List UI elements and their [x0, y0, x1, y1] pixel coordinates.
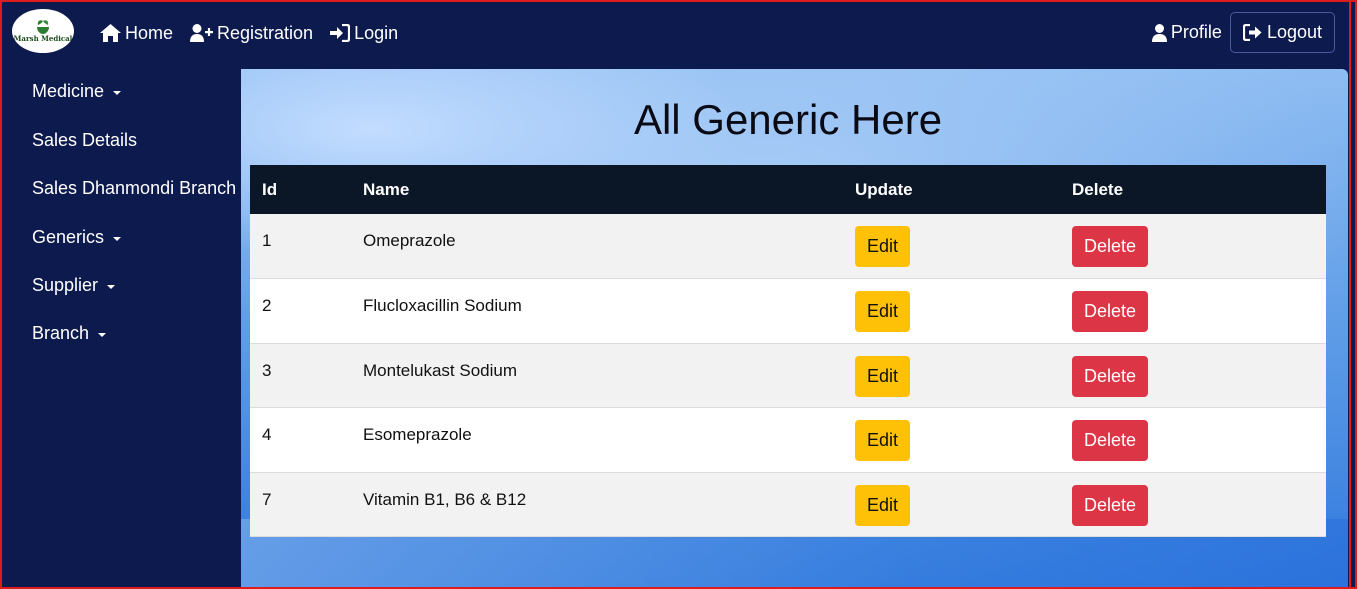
- column-header-id: Id: [262, 179, 278, 199]
- logout-button[interactable]: Logout: [1229, 12, 1335, 53]
- edit-button[interactable]: Edit: [855, 291, 911, 333]
- main-content: All Generic Here Id Name Update Delete 1…: [241, 69, 1348, 589]
- edit-button[interactable]: Edit: [855, 484, 911, 526]
- user-icon: [1151, 23, 1167, 42]
- home-icon: [100, 24, 121, 42]
- cell-name: Omeprazole: [363, 231, 456, 250]
- table-body: 1 Omeprazole Edit Delete 2 Flucloxacilli…: [250, 214, 1326, 537]
- table-row: 3 Montelukast Sodium Edit Delete: [250, 343, 1326, 408]
- edit-button[interactable]: Edit: [855, 226, 911, 267]
- caret-down-icon: [98, 332, 107, 337]
- table-row: 7 Vitamin B1, B6 & B12 Edit Delete: [250, 472, 1326, 537]
- column-header-delete: Delete: [1072, 179, 1124, 199]
- sign-out-icon: [1242, 24, 1262, 41]
- cell-delete: Delete: [1060, 343, 1326, 408]
- nav-registration-label: Registration: [217, 22, 314, 43]
- mortar-leaf-icon: [37, 20, 49, 34]
- cell-delete: Delete: [1060, 408, 1326, 473]
- caret-down-icon: [113, 90, 122, 95]
- sidebar-item-branch[interactable]: Branch: [32, 323, 107, 344]
- window-frame-right-edge: [1349, 0, 1351, 589]
- table-row: 4 Esomeprazole Edit Delete: [250, 407, 1326, 473]
- edit-button[interactable]: Edit: [855, 420, 911, 462]
- cell-delete: Delete: [1060, 214, 1326, 279]
- sign-in-icon: [330, 24, 351, 42]
- sidebar-item-label: Branch: [32, 323, 90, 343]
- page-title: All Generic Here: [633, 96, 943, 143]
- brand-logo[interactable]: Marsh Medical: [12, 9, 74, 53]
- profile-label: Profile: [1170, 22, 1222, 42]
- table-row: 1 Omeprazole Edit Delete: [250, 214, 1326, 279]
- delete-button[interactable]: Delete: [1072, 226, 1149, 267]
- logo-text: Marsh Medical: [13, 34, 73, 43]
- sidebar: Medicine Sales Details Sales Dhanmondi B…: [0, 69, 241, 589]
- nav-registration-link[interactable]: Registration: [190, 23, 313, 44]
- top-navbar: Marsh Medical Home Registration Login Pr…: [0, 0, 1357, 69]
- user-plus-icon: [190, 24, 214, 42]
- sidebar-item-generics[interactable]: Generics: [32, 227, 122, 248]
- delete-button[interactable]: Delete: [1072, 420, 1149, 462]
- sidebar-item-supplier[interactable]: Supplier: [32, 275, 116, 296]
- cell-delete: Delete: [1060, 279, 1326, 344]
- logout-label: Logout: [1266, 22, 1322, 42]
- cell-update: Edit: [843, 279, 1060, 344]
- column-header-update: Update: [855, 179, 913, 199]
- sidebar-item-label: Sales Details: [32, 130, 138, 150]
- sidebar-item-label: Medicine: [32, 81, 105, 101]
- nav-login-label: Login: [354, 22, 399, 43]
- profile-link[interactable]: Profile: [1151, 22, 1222, 43]
- cell-update: Edit: [843, 214, 1060, 279]
- cell-update: Edit: [843, 472, 1060, 537]
- delete-button[interactable]: Delete: [1072, 291, 1149, 333]
- nav-links: Home Registration Login: [100, 0, 415, 66]
- cell-id: 1: [262, 231, 272, 250]
- sidebar-item-label: Supplier: [32, 275, 99, 295]
- nav-home-link[interactable]: Home: [100, 23, 173, 44]
- cell-id: 7: [262, 489, 272, 509]
- sidebar-item-medicine[interactable]: Medicine: [32, 81, 122, 102]
- cell-delete: Delete: [1060, 472, 1326, 537]
- caret-down-icon: [107, 284, 116, 289]
- caret-down-icon: [113, 236, 122, 241]
- cell-id: 4: [262, 425, 272, 445]
- cell-id: 2: [262, 296, 272, 316]
- cell-update: Edit: [843, 408, 1060, 473]
- generics-table-container: Id Name Update Delete 1 Omeprazole Edit …: [250, 165, 1326, 537]
- cell-name: Esomeprazole: [363, 425, 472, 445]
- sidebar-item-sales-dhanmondi[interactable]: Sales Dhanmondi Branch: [32, 178, 236, 199]
- cell-update: Edit: [843, 343, 1060, 408]
- table-header-row: Id Name Update Delete: [250, 165, 1326, 214]
- table-header: Id Name Update Delete: [250, 165, 1326, 214]
- table-row: 2 Flucloxacillin Sodium Edit Delete: [250, 278, 1326, 344]
- nav-login-link[interactable]: Login: [330, 23, 398, 44]
- delete-button[interactable]: Delete: [1072, 355, 1149, 397]
- delete-button[interactable]: Delete: [1072, 484, 1149, 526]
- nav-right: Profile Logout: [1151, 12, 1335, 53]
- sidebar-item-label: Generics: [32, 227, 105, 247]
- cell-name: Montelukast Sodium: [363, 360, 518, 380]
- column-header-name: Name: [363, 179, 410, 199]
- generics-table: Id Name Update Delete 1 Omeprazole Edit …: [250, 165, 1326, 537]
- cell-id: 3: [262, 360, 272, 380]
- cell-name: Flucloxacillin Sodium: [363, 296, 522, 316]
- sidebar-item-label: Sales Dhanmondi Branch: [32, 178, 237, 198]
- edit-button[interactable]: Edit: [855, 355, 911, 397]
- cell-name: Vitamin B1, B6 & B12: [363, 489, 527, 509]
- sidebar-item-sales-details[interactable]: Sales Details: [32, 130, 137, 151]
- nav-home-label: Home: [125, 22, 174, 43]
